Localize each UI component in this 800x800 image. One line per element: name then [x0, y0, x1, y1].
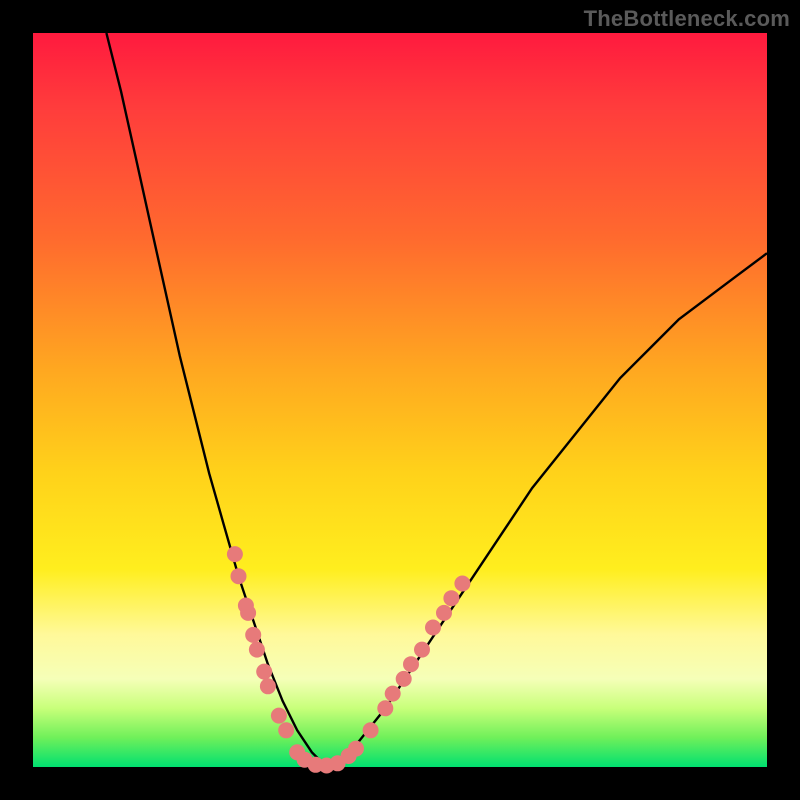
data-marker	[385, 686, 401, 702]
data-marker	[348, 741, 364, 757]
data-marker	[271, 708, 287, 724]
chart-svg	[33, 33, 767, 767]
data-marker	[414, 642, 430, 658]
chart-frame: TheBottleneck.com	[0, 0, 800, 800]
data-marker	[363, 722, 379, 738]
data-marker	[377, 700, 393, 716]
data-marker	[249, 642, 265, 658]
data-marker	[227, 546, 243, 562]
data-marker	[436, 605, 452, 621]
plot-area	[33, 33, 767, 767]
data-marker	[396, 671, 412, 687]
data-marker	[240, 605, 256, 621]
data-marker	[443, 590, 459, 606]
data-marker	[231, 568, 247, 584]
bottleneck-curve	[106, 33, 767, 767]
data-markers	[227, 546, 471, 773]
data-marker	[425, 620, 441, 636]
data-marker	[454, 576, 470, 592]
data-marker	[278, 722, 294, 738]
data-marker	[403, 656, 419, 672]
data-marker	[245, 627, 261, 643]
data-marker	[256, 664, 272, 680]
watermark-text: TheBottleneck.com	[584, 6, 790, 32]
data-marker	[260, 678, 276, 694]
